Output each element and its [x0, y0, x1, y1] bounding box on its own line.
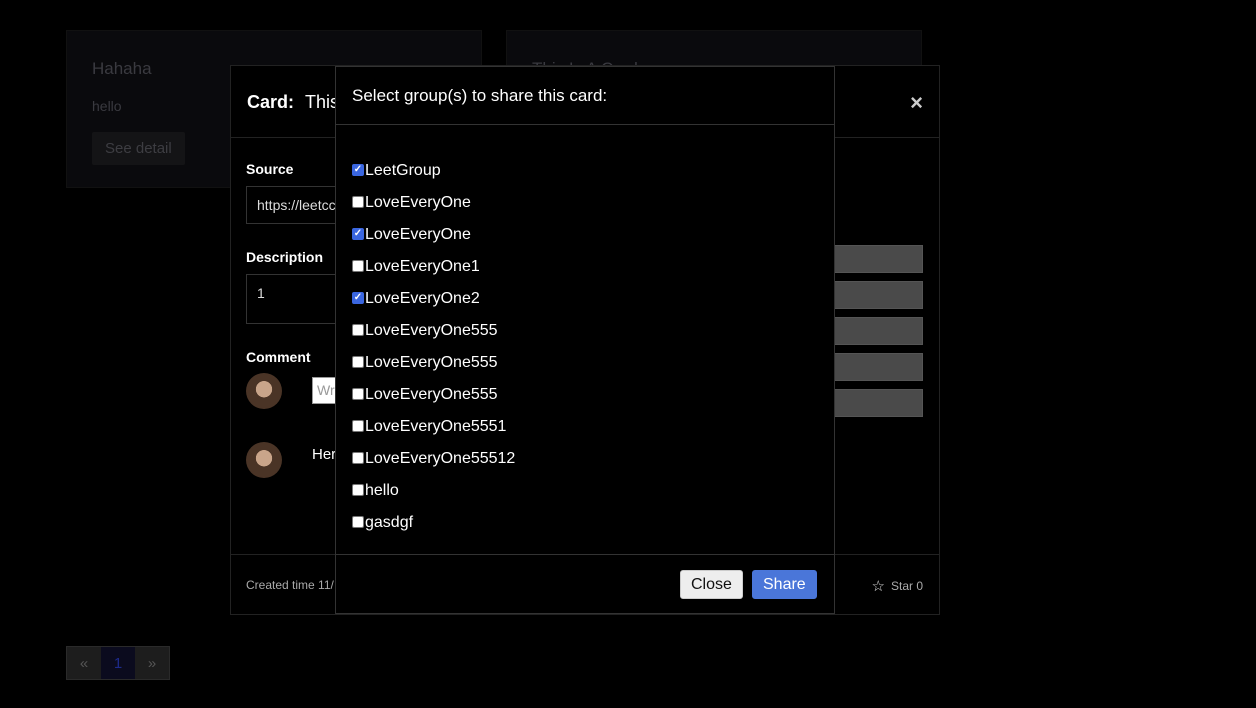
group-label: LoveEveryOne555 — [365, 354, 498, 371]
close-button[interactable]: Close — [680, 570, 743, 599]
source-field[interactable]: https://leetcc — [246, 186, 346, 224]
source-label: Source — [246, 161, 294, 177]
group-label: hello — [365, 482, 399, 499]
comment-text: Her — [312, 446, 337, 463]
star-count: Star 0 — [890, 579, 923, 593]
group-checkbox[interactable] — [352, 292, 364, 304]
group-checkbox[interactable] — [352, 452, 364, 464]
group-checkbox[interactable] — [352, 420, 364, 432]
avatar — [246, 373, 282, 409]
group-checkbox[interactable] — [352, 324, 364, 336]
star-icon: ☆ — [871, 578, 885, 595]
group-item[interactable]: gasdgf — [352, 507, 515, 539]
card-body: hello — [92, 98, 122, 114]
card-title: Hahaha — [92, 59, 152, 78]
group-item[interactable]: LeetGroup — [352, 155, 515, 187]
card-title: This — [305, 92, 340, 112]
pagination-next[interactable]: » — [135, 647, 169, 679]
group-checkbox[interactable] — [352, 228, 364, 240]
group-checkbox[interactable] — [352, 196, 364, 208]
group-label: LeetGroup — [365, 162, 441, 179]
group-list: LeetGroup LoveEveryOne LoveEveryOne LoveEve… — [352, 155, 515, 539]
group-label: LoveEveryOne555 — [365, 322, 498, 339]
group-item[interactable]: LoveEveryOne555 — [352, 379, 515, 411]
group-label: gasdgf — [365, 514, 414, 531]
group-label: LoveEveryOne55512 — [365, 450, 516, 467]
group-item[interactable]: LoveEveryOne55512 — [352, 443, 515, 475]
group-checkbox[interactable] — [352, 164, 364, 176]
description-field[interactable]: 1 — [246, 274, 346, 324]
group-item[interactable]: LoveEveryOne555 — [352, 315, 515, 347]
group-label: LoveEveryOne555 — [365, 386, 498, 403]
share-modal: Select group(s) to share this card: Leet… — [335, 66, 835, 614]
card-label: Card: — [247, 92, 295, 112]
pagination-page-1[interactable]: 1 — [101, 647, 135, 679]
group-checkbox[interactable] — [352, 516, 364, 528]
share-title: Select group(s) to share this card: — [352, 86, 608, 105]
created-time: Created time 11/ — [246, 578, 334, 592]
group-checkbox[interactable] — [352, 356, 364, 368]
group-item[interactable]: LoveEveryOne5551 — [352, 411, 515, 443]
group-label: LoveEveryOne — [365, 226, 471, 243]
share-header: Select group(s) to share this card: — [336, 67, 834, 125]
group-label: LoveEveryOne2 — [365, 290, 480, 307]
share-button[interactable]: Share — [752, 570, 817, 599]
group-label: LoveEveryOne1 — [365, 258, 480, 275]
close-icon[interactable]: × — [910, 90, 923, 116]
group-item[interactable]: LoveEveryOne2 — [352, 283, 515, 315]
share-footer: Close Share — [336, 554, 834, 613]
avatar — [246, 442, 282, 478]
group-item[interactable]: LoveEveryOne — [352, 187, 515, 219]
group-item[interactable]: LoveEveryOne1 — [352, 251, 515, 283]
group-item[interactable]: LoveEveryOne — [352, 219, 515, 251]
group-checkbox[interactable] — [352, 484, 364, 496]
group-label: LoveEveryOne — [365, 194, 471, 211]
group-item[interactable]: hello — [352, 475, 515, 507]
description-label: Description — [246, 249, 324, 265]
see-detail-button[interactable]: See detail — [92, 132, 185, 165]
group-item[interactable]: LoveEveryOne555 — [352, 347, 515, 379]
group-checkbox[interactable] — [352, 260, 364, 272]
group-label: LoveEveryOne5551 — [365, 418, 507, 435]
pagination: « 1 » — [66, 646, 170, 680]
comment-label: Comment — [246, 349, 311, 365]
star-button[interactable]: ☆ Star 0 — [872, 577, 923, 595]
pagination-prev[interactable]: « — [67, 647, 101, 679]
group-checkbox[interactable] — [352, 388, 364, 400]
